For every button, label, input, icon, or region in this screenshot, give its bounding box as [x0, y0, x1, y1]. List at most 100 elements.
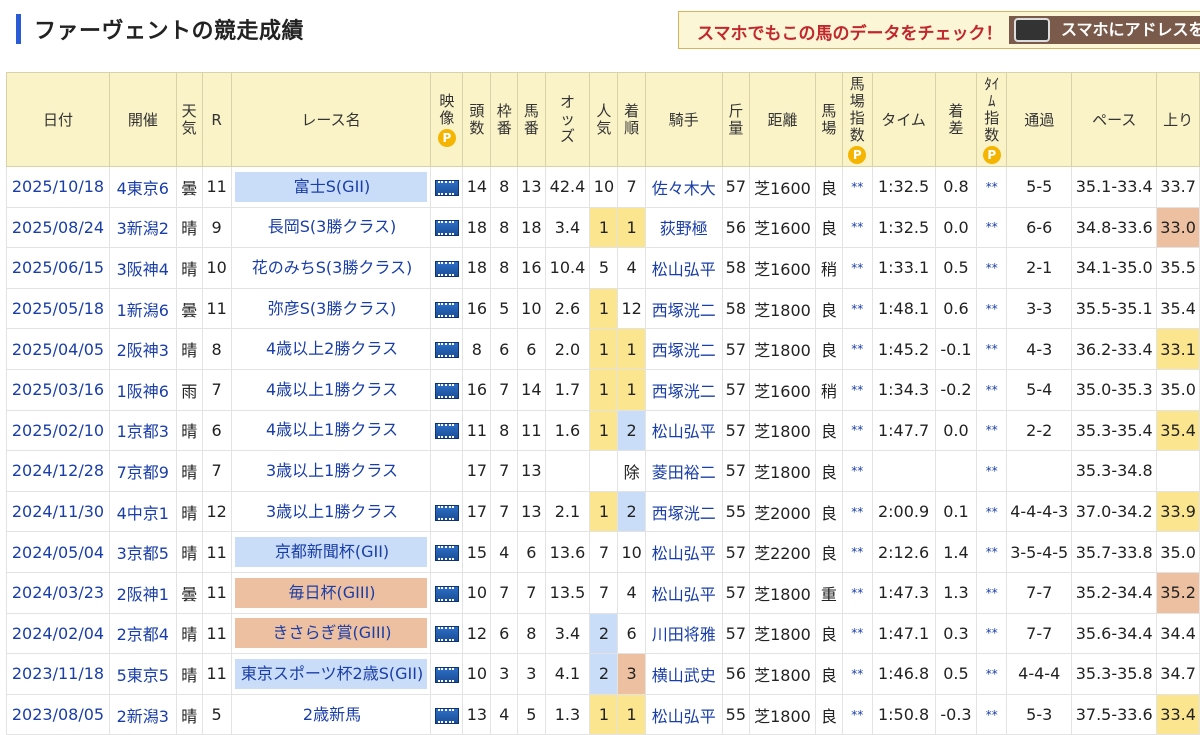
date-cell-link[interactable]: 2025/03/16 [12, 380, 104, 399]
race-name-cell[interactable]: 2歳新馬 [230, 693, 432, 735]
race-name-link[interactable]: 4歳以上1勝クラス [235, 375, 428, 405]
date-cell-link[interactable]: 2024/02/04 [12, 624, 104, 643]
video-cell[interactable] [430, 328, 464, 370]
jockey-cell[interactable]: 川田将雅 [644, 612, 723, 655]
race-name-link[interactable]: 長岡S(3勝クラス) [235, 212, 428, 242]
video-cell[interactable] [430, 612, 464, 655]
venue-cell-link[interactable]: 2京都4 [117, 625, 169, 644]
race-name-cell[interactable]: 4歳以上1勝クラス [230, 368, 432, 411]
video-icon[interactable] [434, 382, 459, 399]
venue-cell[interactable]: 3阪神4 [108, 247, 177, 289]
jockey-cell[interactable]: 松山弘平 [644, 409, 723, 452]
venue-cell-link[interactable]: 1新潟6 [117, 301, 169, 320]
race-name-cell[interactable]: 花のみちS(3勝クラス) [230, 247, 432, 289]
video-cell[interactable] [430, 166, 464, 208]
jockey-cell[interactable]: 荻野極 [644, 206, 723, 249]
race-name-cell[interactable]: きさらぎ賞(GIII) [230, 612, 432, 655]
race-name-link[interactable]: 弥彦S(3勝クラス) [235, 294, 428, 324]
venue-cell-link[interactable]: 2阪神3 [117, 341, 169, 360]
video-icon[interactable] [434, 707, 459, 724]
date-cell-link[interactable]: 2024/05/04 [12, 543, 104, 562]
date-cell[interactable]: 2025/06/15 [6, 247, 110, 289]
race-name-cell[interactable]: 3歳以上1勝クラス [230, 490, 432, 533]
race-name-cell[interactable]: 長岡S(3勝クラス) [230, 206, 432, 249]
jockey-cell-link[interactable]: 川田将雅 [652, 625, 716, 644]
venue-cell[interactable]: 3新潟2 [108, 206, 177, 249]
race-name-cell[interactable]: 4歳以上2勝クラス [230, 328, 432, 370]
race-name-link[interactable]: 京都新聞杯(GII) [234, 537, 428, 568]
jockey-cell[interactable]: 松山弘平 [644, 693, 723, 735]
jockey-cell-link[interactable]: 西塚洸二 [652, 504, 716, 523]
venue-cell[interactable]: 2新潟3 [108, 693, 177, 735]
video-icon[interactable] [434, 423, 459, 440]
date-cell-link[interactable]: 2025/10/18 [12, 177, 104, 196]
venue-cell[interactable]: 4中京1 [108, 490, 177, 533]
video-cell[interactable] [430, 287, 464, 330]
header-last3f[interactable]: 上り [1156, 72, 1200, 167]
date-cell-link[interactable]: 2024/12/28 [12, 461, 104, 480]
jockey-cell[interactable]: 菱田裕二 [644, 450, 723, 492]
venue-cell-link[interactable]: 3阪神4 [117, 260, 169, 279]
video-icon[interactable] [434, 504, 459, 521]
jockey-cell[interactable]: 西塚洸二 [644, 287, 723, 330]
venue-cell-link[interactable]: 1阪神6 [117, 382, 169, 401]
venue-cell[interactable]: 7京都9 [108, 450, 177, 492]
date-cell[interactable]: 2023/11/18 [6, 653, 110, 695]
video-cell[interactable] [430, 531, 464, 573]
jockey-cell-link[interactable]: 松山弘平 [652, 585, 716, 604]
date-cell[interactable]: 2023/08/05 [6, 693, 110, 735]
video-cell[interactable] [430, 693, 464, 735]
jockey-cell[interactable]: 松山弘平 [644, 571, 723, 614]
date-cell-link[interactable]: 2025/02/10 [12, 421, 104, 440]
video-cell[interactable] [430, 490, 464, 533]
jockey-cell-link[interactable]: 西塚洸二 [652, 382, 716, 401]
date-cell-link[interactable]: 2023/08/05 [12, 705, 104, 724]
race-name-cell[interactable]: 富士S(GII) [230, 166, 432, 208]
jockey-cell[interactable]: 横山武史 [644, 653, 723, 695]
race-name-link[interactable]: きさらぎ賞(GIII) [234, 618, 428, 649]
jockey-cell-link[interactable]: 松山弘平 [652, 707, 716, 726]
race-name-link[interactable]: 3歳以上1勝クラス [235, 456, 428, 486]
jockey-cell[interactable]: 西塚洸二 [644, 490, 723, 533]
venue-cell[interactable]: 4東京6 [108, 166, 177, 208]
date-cell[interactable]: 2025/10/18 [6, 166, 110, 208]
jockey-cell-link[interactable]: 荻野極 [660, 219, 708, 238]
date-cell[interactable]: 2025/08/24 [6, 206, 110, 249]
video-icon[interactable] [434, 585, 459, 602]
video-cell[interactable] [430, 409, 464, 452]
video-icon[interactable] [434, 301, 459, 318]
venue-cell-link[interactable]: 4東京6 [117, 179, 169, 198]
date-cell[interactable]: 2024/11/30 [6, 490, 110, 533]
race-name-link[interactable]: 4歳以上1勝クラス [235, 415, 428, 445]
jockey-cell-link[interactable]: 松山弘平 [652, 544, 716, 563]
race-name-link[interactable]: 毎日杯(GIII) [234, 577, 428, 608]
venue-cell-link[interactable]: 2阪神1 [117, 585, 169, 604]
venue-cell-link[interactable]: 4中京1 [117, 504, 169, 523]
date-cell-link[interactable]: 2025/08/24 [12, 218, 104, 237]
jockey-cell[interactable]: 佐々木大 [644, 166, 723, 208]
venue-cell-link[interactable]: 7京都9 [117, 463, 169, 482]
video-cell[interactable] [430, 653, 464, 695]
video-cell[interactable] [430, 571, 464, 614]
video-icon[interactable] [434, 545, 459, 562]
jockey-cell-link[interactable]: 松山弘平 [652, 260, 716, 279]
venue-cell-link[interactable]: 3新潟2 [117, 219, 169, 238]
video-icon[interactable] [434, 342, 459, 359]
date-cell[interactable]: 2025/05/18 [6, 287, 110, 330]
venue-cell[interactable]: 2阪神1 [108, 571, 177, 614]
video-icon[interactable] [434, 260, 459, 277]
venue-cell[interactable]: 5東京5 [108, 653, 177, 695]
jockey-cell-link[interactable]: 松山弘平 [652, 422, 716, 441]
video-icon[interactable] [434, 626, 459, 643]
jockey-cell[interactable]: 松山弘平 [644, 531, 723, 573]
date-cell-link[interactable]: 2025/05/18 [12, 299, 104, 318]
race-name-link[interactable]: 2歳新馬 [235, 700, 428, 730]
venue-cell[interactable]: 2阪神3 [108, 328, 177, 370]
race-name-cell[interactable]: 京都新聞杯(GII) [230, 531, 432, 573]
venue-cell[interactable]: 1京都3 [108, 409, 177, 452]
race-name-link[interactable]: 東京スポーツ杯2歳S(GII) [234, 658, 428, 689]
video-icon[interactable] [434, 179, 459, 196]
video-cell[interactable] [430, 247, 464, 289]
date-cell-link[interactable]: 2025/06/15 [12, 258, 104, 277]
date-cell[interactable]: 2024/02/04 [6, 612, 110, 655]
